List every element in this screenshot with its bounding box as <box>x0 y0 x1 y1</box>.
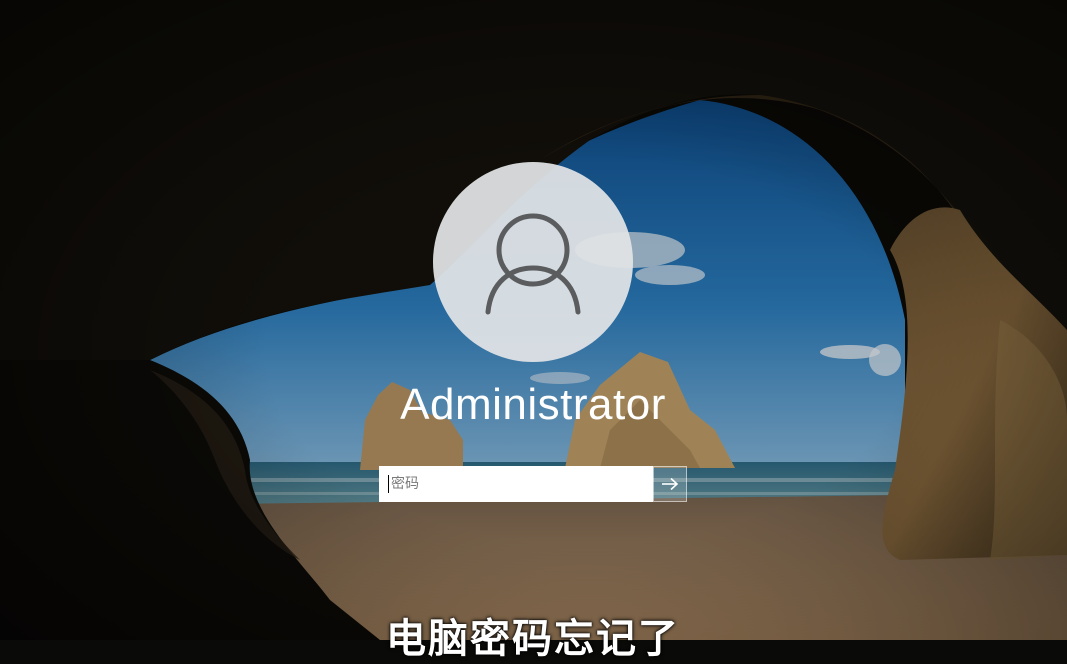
text-caret <box>388 475 389 493</box>
password-input[interactable] <box>379 466 653 502</box>
submit-button[interactable] <box>653 466 687 502</box>
arrow-right-icon <box>662 477 679 491</box>
user-silhouette-icon <box>485 213 581 315</box>
password-row <box>379 466 687 502</box>
user-avatar <box>433 162 633 362</box>
username: Administrator <box>400 380 666 429</box>
video-caption: 电脑密码忘记了 <box>386 616 680 662</box>
